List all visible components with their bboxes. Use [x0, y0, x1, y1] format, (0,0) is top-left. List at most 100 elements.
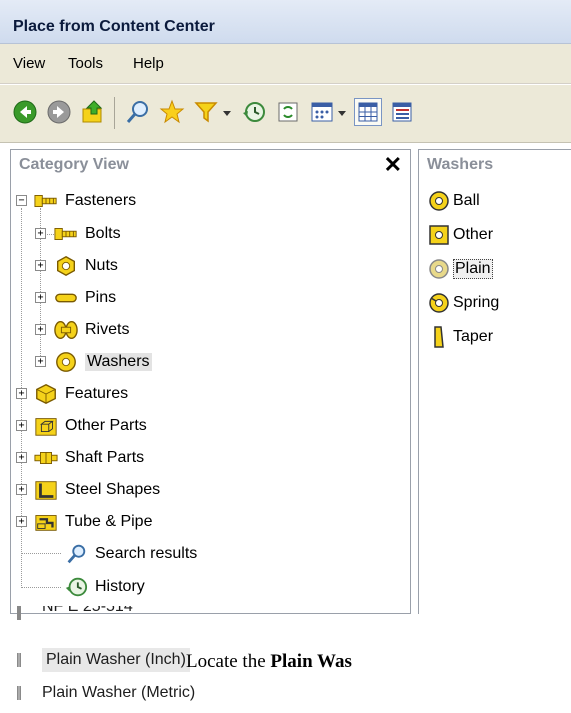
instruction-bold: Plain Was [270, 651, 352, 672]
tree-item-pins[interactable]: Pins [53, 283, 116, 313]
tree-label-nuts: Nuts [85, 257, 118, 274]
tree-label-search-results: Search results [95, 545, 198, 562]
search-icon[interactable] [124, 98, 152, 126]
washer-icon [427, 189, 451, 213]
list-item-ball[interactable]: Ball [427, 186, 480, 216]
tree-label-washers: Washers [85, 353, 152, 371]
expander-tube-pipe[interactable]: + [16, 516, 27, 527]
tree-item-nuts[interactable]: Nuts [53, 251, 118, 281]
expander-shaft-parts[interactable]: + [16, 452, 27, 463]
list-label-plain: Plain [453, 259, 493, 279]
washer-plain-icon [427, 257, 451, 281]
menu-help[interactable]: Help [133, 55, 164, 72]
washer-icon [53, 350, 79, 374]
forward-icon[interactable] [45, 98, 73, 126]
menu-bar: View Tools Help [0, 44, 571, 84]
bolt-icon [53, 222, 79, 246]
tree-label-rivets: Rivets [85, 321, 130, 338]
table-view-icon[interactable] [354, 98, 382, 126]
tree-label-features: Features [65, 385, 129, 402]
tree-label-shaft-parts: Shaft Parts [65, 449, 145, 466]
toolbar [0, 85, 571, 143]
back-icon[interactable] [11, 98, 39, 126]
list-item-plain[interactable]: Plain [427, 254, 493, 284]
close-icon[interactable]: ✕ [384, 152, 402, 178]
tree-label-steel-shapes: Steel Shapes [65, 481, 161, 498]
filter-icon[interactable] [192, 98, 220, 126]
tree-item-bolts[interactable]: Bolts [53, 219, 121, 249]
window-title: Place from Content Center [13, 18, 215, 35]
category-view-title: Category View [19, 156, 129, 173]
list-item-partial[interactable]: NF E 25-514 [14, 606, 133, 620]
tree-item-tube-pipe[interactable]: Tube & Pipe [33, 507, 152, 537]
bolt-icon [33, 189, 59, 213]
list-view-icon[interactable] [388, 98, 416, 126]
category-view-panel: Category View ✕ − Fasteners + Bolts + Nu… [10, 149, 411, 614]
title-bar: Place from Content Center [0, 0, 571, 44]
search-icon [63, 542, 89, 566]
tree-item-features[interactable]: Features [33, 379, 128, 409]
expander-washers[interactable]: + [35, 356, 46, 367]
shaft-icon [33, 446, 59, 470]
filter-dropdown-icon[interactable] [220, 98, 234, 126]
tree-item-rivets[interactable]: Rivets [53, 315, 129, 345]
pipe-icon [33, 510, 59, 534]
refresh-icon[interactable] [274, 98, 302, 126]
menu-tools[interactable]: Tools [68, 55, 103, 72]
expander-bolts[interactable]: + [35, 228, 46, 239]
tree-label-pins: Pins [85, 289, 117, 306]
tree-item-search-results[interactable]: Search results [63, 539, 197, 569]
tree-item-shaft-parts[interactable]: Shaft Parts [33, 443, 144, 473]
washer-side-icon [17, 606, 21, 620]
list-item-plain-washer-inch[interactable]: Plain Washer (Inch) [14, 648, 190, 672]
history-icon[interactable] [240, 98, 268, 126]
tree-label-tube-pipe: Tube & Pipe [65, 513, 153, 530]
plain-washer-inch-label: Plain Washer (Inch) [42, 648, 190, 672]
partial-label: NF E 25-514 [42, 606, 133, 615]
list-label-taper: Taper [453, 328, 494, 345]
washer-side-icon [17, 686, 21, 700]
list-item-taper[interactable]: Taper [427, 322, 493, 352]
tree-item-washers[interactable]: Washers [53, 347, 152, 377]
pin-icon [53, 286, 79, 310]
view-mode-icon[interactable] [308, 98, 336, 126]
expander-fasteners[interactable]: − [16, 195, 27, 206]
expander-steel-shapes[interactable]: + [16, 484, 27, 495]
tree-item-fasteners[interactable]: Fasteners [33, 186, 136, 216]
instruction-prefix: Locate the [186, 651, 271, 672]
tree-item-history[interactable]: History [63, 572, 145, 602]
angle-icon [33, 478, 59, 502]
tree-label-bolts: Bolts [85, 225, 121, 242]
list-item-plain-washer-metric[interactable]: Plain Washer (Metric) [14, 684, 195, 702]
expander-nuts[interactable]: + [35, 260, 46, 271]
expander-features[interactable]: + [16, 388, 27, 399]
washer-side-icon [17, 653, 21, 667]
washers-panel-title: Washers [427, 156, 494, 173]
expander-pins[interactable]: + [35, 292, 46, 303]
menu-view[interactable]: View [13, 55, 45, 72]
tree-label-fasteners: Fasteners [65, 192, 137, 209]
list-label-spring: Spring [453, 294, 500, 311]
tree-label-other-parts: Other Parts [65, 417, 147, 434]
list-label-other: Other [453, 226, 494, 243]
history-icon [63, 575, 89, 599]
expander-rivets[interactable]: + [35, 324, 46, 335]
expander-other-parts[interactable]: + [16, 420, 27, 431]
washer-spring-icon [427, 291, 451, 315]
instruction-text: Locate the Plain Was [186, 651, 352, 673]
tree-item-other-parts[interactable]: Other Parts [33, 411, 147, 441]
view-dropdown-icon[interactable] [335, 98, 349, 126]
list-item-other[interactable]: Other [427, 220, 493, 250]
nut-icon [53, 254, 79, 278]
favorites-icon[interactable] [158, 98, 186, 126]
list-item-spring[interactable]: Spring [427, 288, 499, 318]
list-label-ball: Ball [453, 192, 480, 209]
rivet-icon [53, 318, 79, 342]
folder-cube-icon [33, 414, 59, 438]
tree-item-steel-shapes[interactable]: Steel Shapes [33, 475, 160, 505]
cube-icon [33, 382, 59, 406]
tree-label-history: History [95, 578, 145, 595]
taper-icon [427, 325, 451, 349]
washer-square-icon [427, 223, 451, 247]
up-folder-icon[interactable] [79, 98, 107, 126]
